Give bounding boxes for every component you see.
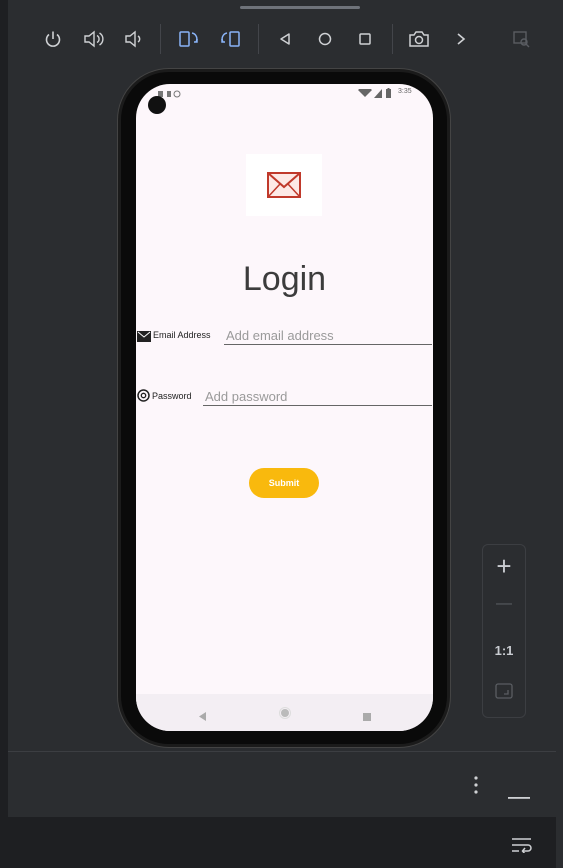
rotate-left-icon[interactable]	[176, 26, 202, 52]
password-icon	[137, 389, 150, 407]
toolbar-separator	[160, 24, 161, 54]
android-nav-bar	[136, 694, 433, 731]
more-icon[interactable]	[448, 26, 474, 52]
minimize-icon[interactable]	[508, 786, 530, 804]
toolbar-separator	[392, 24, 393, 54]
emulator-toolbar	[8, 0, 556, 68]
nav-back-icon[interactable]	[199, 708, 207, 726]
notification-icons	[158, 90, 188, 98]
left-side-strip	[0, 0, 8, 868]
volume-down-icon[interactable]	[120, 26, 146, 52]
more-options-icon[interactable]	[474, 776, 478, 799]
snapshot-icon[interactable]	[508, 26, 534, 52]
bottom-panel-bar	[8, 751, 556, 818]
mail-logo-icon	[267, 172, 301, 198]
overview-icon[interactable]	[352, 26, 378, 52]
page-title: Login	[242, 260, 327, 298]
email-input[interactable]	[224, 326, 432, 345]
nav-overview-icon[interactable]	[363, 708, 371, 726]
zoom-out-button[interactable]: —	[483, 595, 525, 613]
nav-home-icon[interactable]	[279, 706, 291, 724]
zoom-panel: + — 1:1	[482, 544, 526, 718]
power-icon[interactable]	[40, 26, 66, 52]
mail-logo	[246, 154, 322, 216]
drag-handle[interactable]	[240, 6, 360, 9]
status-time: 3:35	[398, 88, 412, 95]
zoom-fit-icon[interactable]	[495, 683, 513, 704]
home-icon[interactable]	[312, 26, 338, 52]
zoom-actual-size-button[interactable]: 1:1	[483, 643, 525, 658]
soft-wrap-icon[interactable]	[511, 837, 533, 858]
email-icon	[137, 329, 151, 347]
password-input[interactable]	[203, 387, 432, 406]
camera-icon[interactable]	[406, 26, 432, 52]
rotate-right-icon[interactable]	[218, 26, 244, 52]
wifi-icon	[358, 87, 372, 100]
back-icon[interactable]	[272, 26, 298, 52]
volume-up-icon[interactable]	[80, 26, 106, 52]
battery-icon	[386, 88, 391, 100]
status-bar: 3:35	[136, 84, 433, 104]
device-screen[interactable]: 3:35 Login Email Address Password Submit	[136, 84, 433, 731]
front-camera	[148, 96, 166, 114]
password-label: Password	[152, 391, 192, 401]
bottom-tool-window	[8, 817, 556, 868]
signal-icon	[374, 89, 382, 100]
submit-button[interactable]: Submit	[249, 468, 319, 498]
toolbar-separator	[258, 24, 259, 54]
email-label: Email Address	[153, 330, 211, 340]
zoom-in-button[interactable]: +	[483, 551, 525, 582]
